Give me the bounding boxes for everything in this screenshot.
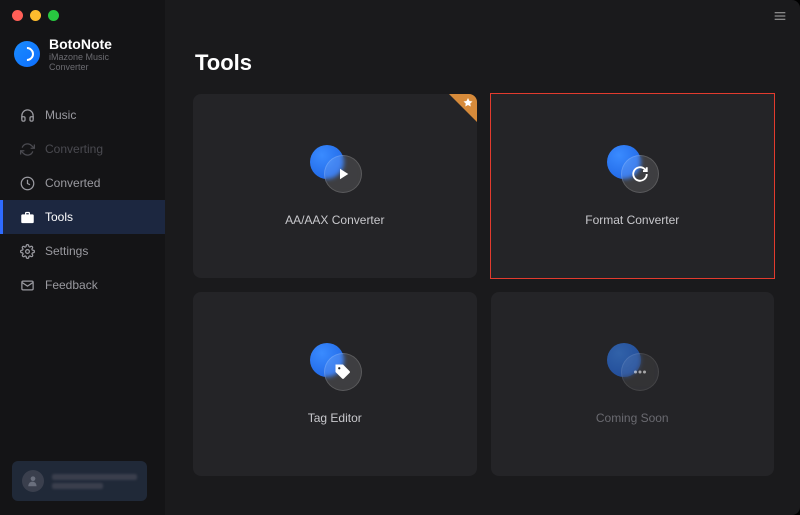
sidebar-item-converting: Converting <box>0 132 165 166</box>
sidebar-item-feedback[interactable]: Feedback <box>0 268 165 302</box>
sidebar-item-converted[interactable]: Converted <box>0 166 165 200</box>
tool-icon <box>603 343 661 391</box>
clock-icon <box>19 175 35 191</box>
dots-icon <box>621 353 659 391</box>
sidebar-item-label: Music <box>45 108 76 122</box>
app-subtitle: iMazone Music Converter <box>49 52 151 72</box>
tool-label: AA/AAX Converter <box>285 213 384 227</box>
user-account-button[interactable] <box>12 461 147 501</box>
headphones-icon <box>19 107 35 123</box>
user-avatar-icon <box>22 470 44 492</box>
tool-icon <box>306 343 364 391</box>
sidebar-item-settings[interactable]: Settings <box>0 234 165 268</box>
sidebar-item-label: Settings <box>45 244 88 258</box>
sidebar-item-label: Feedback <box>45 278 98 292</box>
app-title: BotoNote <box>49 36 151 52</box>
sidebar-item-tools[interactable]: Tools <box>0 200 165 234</box>
tool-label: Coming Soon <box>596 411 669 425</box>
sidebar-item-label: Converting <box>45 142 103 156</box>
tool-label: Tag Editor <box>308 411 362 425</box>
tool-icon <box>306 145 364 193</box>
tag-icon <box>324 353 362 391</box>
user-info-placeholder <box>52 474 137 489</box>
app-logo-icon <box>14 41 40 67</box>
tool-card-format-converter[interactable]: Format Converter <box>491 94 775 278</box>
refresh-icon <box>19 141 35 157</box>
minimize-window-button[interactable] <box>30 10 41 21</box>
mail-icon <box>19 277 35 293</box>
tool-card-tag-editor[interactable]: Tag Editor <box>193 292 477 476</box>
gear-icon <box>19 243 35 259</box>
main-content: Tools AA/AAX Converter <box>165 0 800 515</box>
sidebar-item-music[interactable]: Music <box>0 98 165 132</box>
refresh-icon <box>621 155 659 193</box>
sidebar-item-label: Converted <box>45 176 100 190</box>
tool-card-aa-aax-converter[interactable]: AA/AAX Converter <box>193 94 477 278</box>
crown-icon <box>462 97 474 112</box>
play-icon <box>324 155 362 193</box>
close-window-button[interactable] <box>12 10 23 21</box>
sidebar-item-label: Tools <box>45 210 73 224</box>
toolbox-icon <box>19 209 35 225</box>
titlebar <box>0 0 800 30</box>
tool-icon <box>603 145 661 193</box>
brand: BotoNote iMazone Music Converter <box>0 34 165 88</box>
maximize-window-button[interactable] <box>48 10 59 21</box>
tool-card-coming-soon: Coming Soon <box>491 292 775 476</box>
window-controls <box>12 10 59 21</box>
sidebar: BotoNote iMazone Music Converter Music C… <box>0 0 165 515</box>
page-title: Tools <box>195 50 774 76</box>
tool-label: Format Converter <box>585 213 679 227</box>
app-window: BotoNote iMazone Music Converter Music C… <box>0 0 800 515</box>
nav: Music Converting Converted Tools <box>0 98 165 302</box>
tools-grid: AA/AAX Converter Format Converter <box>193 94 774 476</box>
